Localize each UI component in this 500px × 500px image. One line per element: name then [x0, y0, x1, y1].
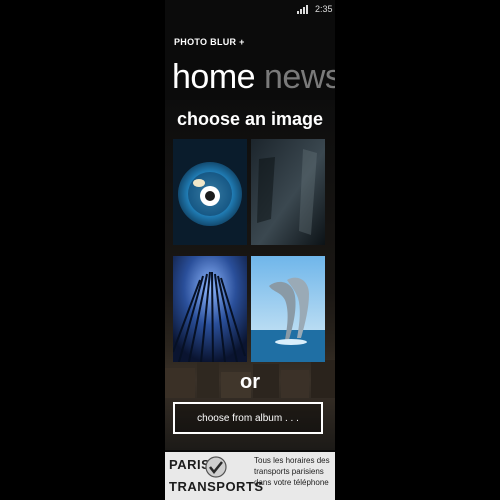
pokeball-orb-image — [173, 139, 247, 245]
ad-tagline: Tous les horaires des transports parisie… — [254, 456, 330, 487]
image-tile-blue-forest[interactable] — [173, 256, 247, 362]
or-separator: or — [240, 371, 260, 393]
ad-banner[interactable]: PARIS TRANSPORTS Tous les horaires des t… — [165, 452, 335, 500]
choose-image-heading: choose an image — [176, 109, 324, 129]
image-tile-dolphins[interactable] — [251, 256, 325, 362]
status-time: 2:35 — [315, 4, 333, 14]
choose-from-album-button[interactable]: choose from album . . . — [173, 402, 323, 434]
status-bar: 2:35 — [165, 0, 335, 20]
pivot-item-home[interactable]: home — [172, 58, 256, 96]
image-tile-pokeball[interactable] — [173, 139, 247, 245]
dolphins-image — [251, 256, 325, 362]
pivot-header: home news — [172, 58, 335, 97]
app-title: PHOTO BLUR + — [174, 37, 245, 47]
checkmark-logo-icon — [205, 456, 227, 478]
signal-strength-icon — [297, 5, 308, 14]
ad-brand-line2: TRANSPORTS — [169, 479, 264, 494]
pivot-item-news[interactable]: news — [264, 58, 335, 96]
image-tile-dark-glass[interactable] — [251, 139, 325, 245]
blue-forest-image — [173, 256, 247, 362]
phone-screen: 2:35 PHOTO BLUR + home news choose an im… — [165, 0, 335, 500]
dark-glass-image — [251, 139, 325, 245]
